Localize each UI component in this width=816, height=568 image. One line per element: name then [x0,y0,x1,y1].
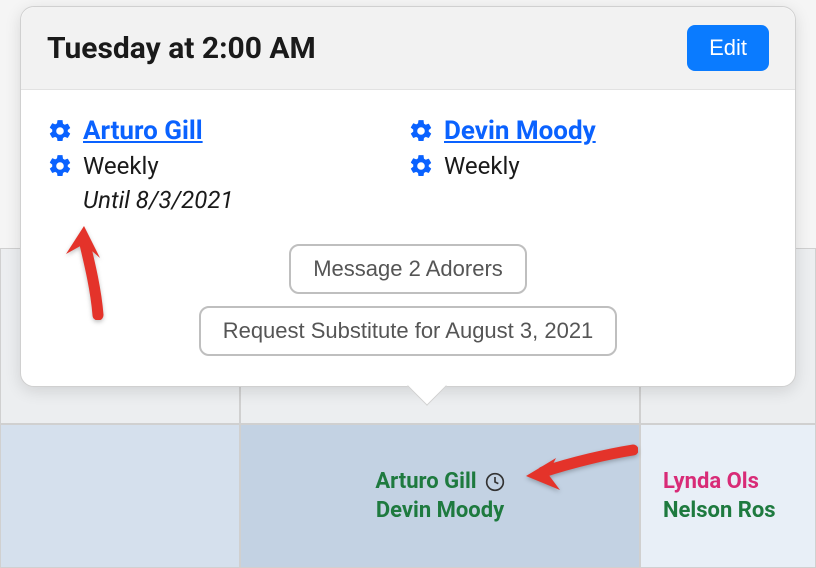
gear-icon[interactable] [408,118,434,144]
calendar-name: Devin Moody [376,498,504,523]
adorers-row: Arturo Gill Weekly Until 8/3/2021 [47,116,769,214]
annotation-arrow-icon [518,440,638,500]
clock-icon [485,472,505,492]
adorer-name-link[interactable]: Devin Moody [444,116,596,146]
message-adorers-button[interactable]: Message 2 Adorers [289,244,527,294]
event-popover: Tuesday at 2:00 AM Edit Arturo Gill [20,6,796,387]
calendar-cell[interactable] [0,424,240,568]
adorer-name-link[interactable]: Arturo Gill [83,116,203,146]
frequency-label: Weekly [83,152,159,180]
until-date: Until 8/3/2021 [83,186,408,214]
calendar-cell[interactable]: Lynda Ols Nelson Ros [640,424,816,568]
request-substitute-button[interactable]: Request Substitute for August 3, 2021 [199,306,618,356]
calendar-name: Nelson Ros [663,498,776,523]
adorer-column: Devin Moody Weekly [408,116,769,214]
frequency-label: Weekly [444,152,520,180]
popover-title: Tuesday at 2:00 AM [47,31,316,66]
gear-icon[interactable] [47,153,73,179]
adorer-column: Arturo Gill Weekly Until 8/3/2021 [47,116,408,214]
annotation-arrow-icon [56,220,116,320]
calendar-name: Arturo Gill [375,469,476,494]
gear-icon[interactable] [408,153,434,179]
action-buttons: Message 2 Adorers Request Substitute for… [47,244,769,356]
popover-body: Arturo Gill Weekly Until 8/3/2021 [21,90,795,386]
edit-button[interactable]: Edit [687,25,769,71]
popover-header: Tuesday at 2:00 AM Edit [21,7,795,90]
gear-icon[interactable] [47,118,73,144]
calendar-name: Lynda Ols [663,469,759,494]
